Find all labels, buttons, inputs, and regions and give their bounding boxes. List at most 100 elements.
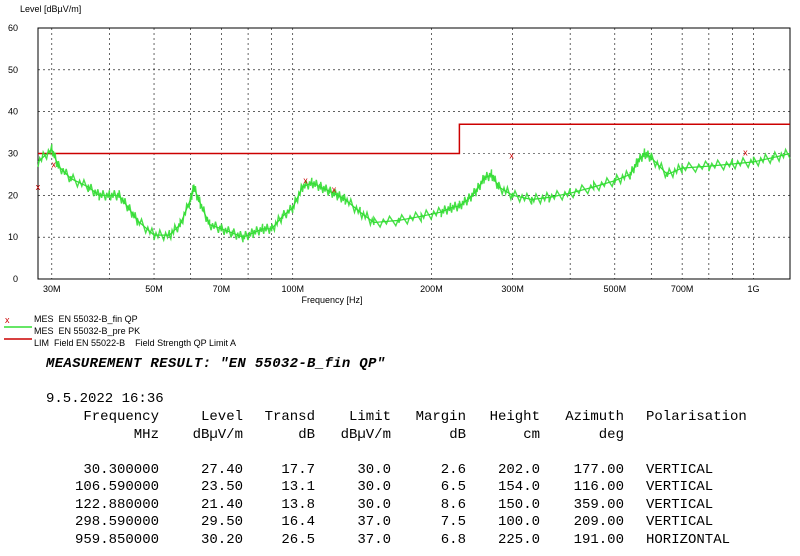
cell-limit: 30.0 [357, 461, 391, 478]
legend-name: Field EN 55022-B [54, 338, 126, 348]
cell-margin: 6.8 [440, 531, 466, 548]
cell-margin: 8.6 [440, 496, 466, 513]
cell-polarisation: VERTICAL [646, 461, 714, 478]
cell-limit: 37.0 [357, 514, 391, 530]
y-tick-label: 0 [13, 274, 18, 284]
final-qp-marker: x [332, 184, 337, 194]
cell-margin: 7.5 [440, 514, 466, 530]
table-spacer-row [46, 444, 764, 462]
y-axis-label: Level [dBµV/m] [20, 4, 81, 14]
x-tick-label: 200M [420, 284, 443, 294]
svg-text:x: x [5, 315, 10, 324]
unit-cell: dB [449, 426, 466, 443]
cell-limit: 37.0 [357, 531, 391, 548]
result-table: Frequency Level Transd Limit Margin Heig… [46, 409, 764, 549]
cell-frequency: 30.300000 [83, 461, 159, 478]
y-tick-labels: 0 10 20 30 40 50 60 [8, 23, 18, 284]
cell-transd: 13.1 [281, 479, 315, 495]
emission-chart: Level [dBµV/m] Frequency [Hz] 0 10 20 30 40 5… [8, 4, 791, 305]
pre-scan-trace-detail [37, 144, 791, 243]
cell-transd: 17.7 [281, 461, 315, 478]
result-date: 9.5.2022 16:36 [46, 391, 164, 407]
cell-limit: 30.0 [357, 496, 391, 513]
header-cell: Azimuth [565, 409, 624, 425]
final-qp-marker: x [52, 159, 57, 169]
marker-layer: x x x x x x [36, 148, 748, 195]
cell-transd: 16.4 [281, 514, 315, 530]
header-cell: Frequency [83, 409, 159, 425]
unit-cell: deg [598, 426, 624, 443]
table-header-row: Frequency Level Transd Limit Margin Heig… [46, 409, 764, 427]
series-layer [37, 123, 791, 243]
unit-cell [624, 427, 764, 445]
unit-cell: cm [523, 426, 540, 443]
y-tick-label: 10 [8, 232, 18, 242]
final-qp-marker: x [303, 176, 308, 186]
final-qp-marker: x [509, 151, 514, 161]
legend-prefix: MES [34, 314, 54, 324]
x-tick-label: 700M [671, 284, 694, 294]
cell-polarisation: VERTICAL [646, 479, 714, 495]
x-tick-label: 1G [748, 284, 760, 294]
cell-margin: 2.6 [440, 461, 466, 478]
table-row: 30.300000 27.40 17.7 30.0 2.6 202.0 177.… [46, 462, 764, 480]
legend-name: EN 55032-B_fin QP [58, 314, 138, 324]
legend-prefix: LIM [34, 338, 50, 348]
table-row: 298.590000 29.50 16.4 37.0 7.5 100.0 209… [46, 514, 764, 532]
x-tick-label: 500M [604, 284, 627, 294]
pre-scan-trace [37, 148, 791, 238]
x-marker-icon: x [5, 315, 10, 324]
unit-cell: dB [298, 426, 315, 443]
cell-level: 29.50 [200, 514, 243, 530]
result-title: MEASUREMENT RESULT: "EN 55032-B_fin QP" [46, 356, 386, 372]
cell-level: 23.50 [200, 479, 243, 495]
cell-azimuth: 191.00 [573, 531, 624, 548]
header-cell: Margin [415, 409, 466, 425]
header-cell: Level [200, 409, 243, 425]
y-tick-label: 20 [8, 190, 18, 200]
x-tick-label: 30M [43, 284, 61, 294]
limit-line [38, 123, 790, 155]
cell-level: 21.40 [200, 496, 243, 513]
x-axis-label: Frequency [Hz] [301, 295, 362, 305]
cell-level: 27.40 [200, 461, 243, 478]
y-tick-label: 30 [8, 149, 18, 159]
cell-height: 202.0 [497, 461, 540, 478]
header-cell: Polarisation [646, 409, 747, 425]
x-tick-label: 100M [281, 284, 304, 294]
table-row: 959.850000 30.20 26.5 37.0 6.8 225.0 191… [46, 532, 764, 550]
cell-level: 30.20 [200, 531, 243, 548]
cell-frequency: 122.880000 [74, 496, 159, 513]
table-row: 106.590000 23.50 13.1 30.0 6.5 154.0 116… [46, 479, 764, 497]
x-tick-label: 70M [213, 284, 231, 294]
cell-frequency: 106.590000 [74, 479, 159, 495]
cell-height: 150.0 [497, 496, 540, 513]
legend-prefix: MES [34, 326, 54, 336]
final-qp-marker: x [36, 182, 41, 192]
cell-transd: 13.8 [281, 496, 315, 513]
cell-azimuth: 116.00 [573, 479, 624, 495]
cell-frequency: 959.850000 [74, 531, 159, 548]
final-qp-marker: x [743, 148, 748, 158]
table-row: 122.880000 21.40 13.8 30.0 8.6 150.0 359… [46, 497, 764, 515]
x-tick-label: 300M [501, 284, 524, 294]
y-tick-label: 50 [8, 65, 18, 75]
cell-height: 154.0 [497, 479, 540, 495]
unit-cell: dBµV/m [340, 426, 391, 443]
legend-suffix: Field Strength QP Limit A [135, 338, 236, 348]
cell-azimuth: 359.00 [573, 496, 624, 513]
cell-margin: 6.5 [440, 479, 466, 495]
header-cell: Transd [264, 409, 315, 425]
cell-limit: 30.0 [357, 479, 391, 495]
y-tick-label: 60 [8, 23, 18, 33]
green-line-icon [4, 326, 32, 328]
legend-name: EN 55032-B_pre PK [58, 326, 141, 336]
cell-height: 225.0 [497, 531, 540, 548]
x-tick-labels: 30M 50M 70M 100M 200M 300M 500M 700M 1G [43, 284, 759, 294]
cell-polarisation: HORIZONTAL [646, 531, 731, 548]
cell-polarisation: VERTICAL [646, 496, 714, 513]
legend: x MES EN 55032-B_fin QP MES EN 55032-B_p… [0, 312, 800, 352]
table-units-row: MHz dBµV/m dB dBµV/m dB cm deg [46, 427, 764, 445]
unit-cell: MHz [133, 426, 159, 443]
cell-frequency: 298.590000 [74, 514, 159, 530]
